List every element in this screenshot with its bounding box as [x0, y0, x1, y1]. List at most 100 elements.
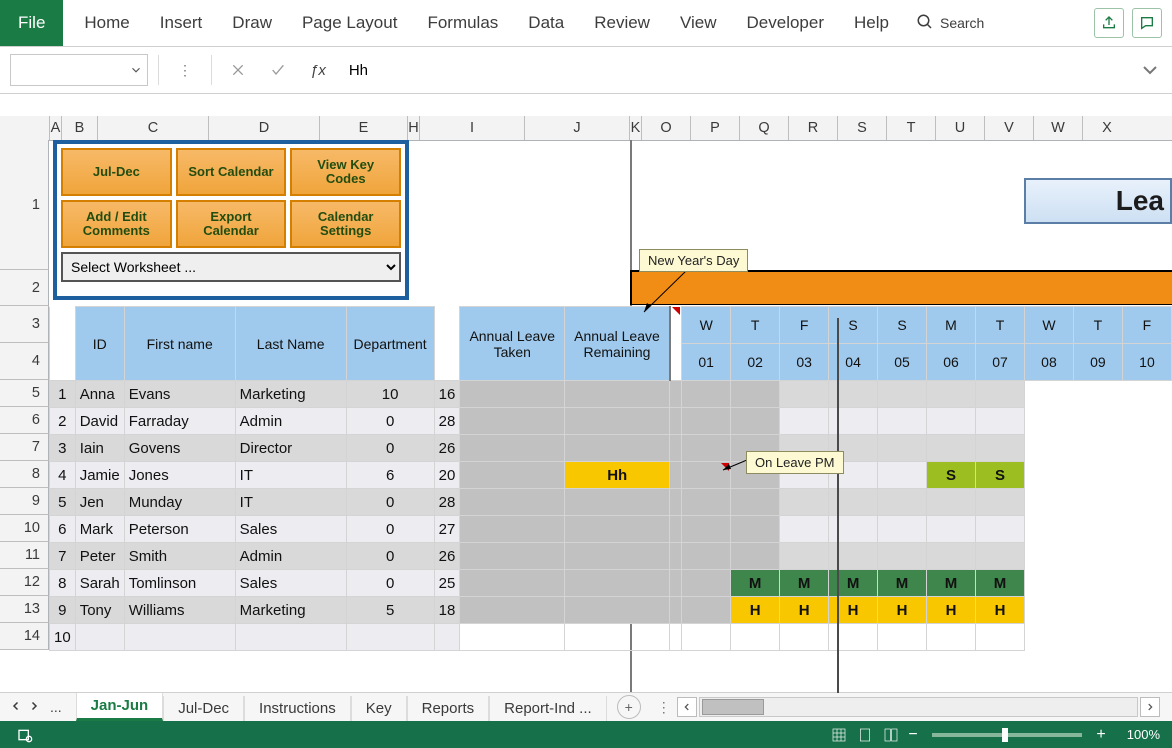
zoom-level[interactable]: 100% — [1110, 727, 1160, 742]
calendar-cell[interactable] — [670, 516, 682, 543]
th-dept[interactable]: Department — [346, 307, 434, 381]
calendar-cell[interactable] — [731, 489, 780, 516]
calendar-cell[interactable] — [682, 516, 731, 543]
calendar-cell[interactable] — [670, 624, 682, 651]
calendar-cell[interactable] — [460, 462, 565, 489]
calendar-cell[interactable] — [682, 597, 731, 624]
calendar-cell[interactable] — [927, 489, 976, 516]
calendar-cell[interactable] — [976, 516, 1025, 543]
sheet-tab[interactable]: Reports — [407, 696, 490, 721]
calendar-cell[interactable] — [829, 408, 878, 435]
calendar-cell[interactable] — [976, 624, 1025, 651]
calendar-cell[interactable] — [565, 597, 670, 624]
ribbon-tab-home[interactable]: Home — [69, 0, 144, 46]
cell[interactable]: 10 — [50, 624, 76, 651]
hscroll-right-button[interactable] — [1140, 697, 1160, 717]
cell[interactable]: Sales — [235, 516, 346, 543]
cell[interactable] — [434, 624, 460, 651]
th-date-8[interactable]: 09 — [1073, 344, 1122, 381]
search-box[interactable]: Search — [904, 13, 996, 34]
row-header-4[interactable]: 4 — [0, 343, 49, 380]
th-taken[interactable]: Annual Leave Taken — [460, 307, 565, 381]
th-date-9[interactable]: 10 — [1122, 344, 1171, 381]
col-header-h[interactable]: H — [407, 116, 419, 140]
calendar-cell[interactable]: H — [780, 597, 829, 624]
col-header-d[interactable]: D — [208, 116, 319, 140]
col-header-k[interactable]: K — [629, 116, 641, 140]
col-header-o[interactable]: O — [641, 116, 690, 140]
th-day-1[interactable]: T — [731, 307, 780, 344]
hscroll-track[interactable] — [699, 697, 1138, 717]
formula-input[interactable] — [342, 52, 1130, 88]
macro-record-button[interactable] — [17, 727, 33, 743]
calendar-cell[interactable] — [460, 489, 565, 516]
cell[interactable]: IT — [235, 462, 346, 489]
th-last[interactable]: Last Name — [235, 307, 346, 381]
cell[interactable]: 0 — [346, 408, 434, 435]
cell[interactable]: IT — [235, 489, 346, 516]
cell[interactable]: 5 — [346, 597, 434, 624]
calendar-cell[interactable]: H — [829, 597, 878, 624]
cell[interactable]: Tony — [75, 597, 124, 624]
th-date-7[interactable]: 08 — [1024, 344, 1073, 381]
cell[interactable]: Jones — [124, 462, 235, 489]
ribbon-tab-help[interactable]: Help — [839, 0, 904, 46]
cell[interactable]: 28 — [434, 489, 460, 516]
calendar-cell[interactable] — [670, 597, 682, 624]
calendar-cell[interactable] — [878, 624, 927, 651]
col-header-j[interactable]: J — [524, 116, 629, 140]
cell[interactable]: Marketing — [235, 597, 346, 624]
calendar-cell[interactable] — [565, 624, 670, 651]
tab-nav-next[interactable] — [28, 699, 40, 715]
calendar-cell[interactable] — [460, 435, 565, 462]
col-header-v[interactable]: V — [984, 116, 1033, 140]
th-day-2[interactable]: F — [780, 307, 829, 344]
calendar-cell[interactable] — [670, 489, 682, 516]
cell[interactable] — [346, 624, 434, 651]
fbar-confirm-button[interactable] — [262, 55, 294, 85]
calendar-cell[interactable]: H — [976, 597, 1025, 624]
cell[interactable]: 6 — [50, 516, 76, 543]
col-header-q[interactable]: Q — [739, 116, 788, 140]
cell[interactable] — [235, 624, 346, 651]
view-page-layout-button[interactable] — [857, 727, 873, 743]
cell[interactable]: Sarah — [75, 570, 124, 597]
cell[interactable]: Jen — [75, 489, 124, 516]
row-header-2[interactable]: 2 — [0, 270, 49, 306]
row-header-7[interactable]: 7 — [0, 434, 49, 461]
th-day-7[interactable]: W — [1024, 307, 1073, 344]
th-date-6[interactable]: 07 — [976, 344, 1025, 381]
cell[interactable]: 6 — [346, 462, 434, 489]
calendar-cell[interactable]: M — [829, 570, 878, 597]
calendar-cell[interactable] — [927, 408, 976, 435]
calendar-cell[interactable] — [780, 543, 829, 570]
calendar-cell[interactable] — [976, 435, 1025, 462]
ribbon-tab-review[interactable]: Review — [579, 0, 665, 46]
calendar-cell[interactable] — [460, 516, 565, 543]
cell[interactable]: 7 — [50, 543, 76, 570]
cell[interactable]: 28 — [434, 408, 460, 435]
row-header-11[interactable]: 11 — [0, 542, 49, 569]
th-id[interactable]: ID — [75, 307, 124, 381]
row-header-6[interactable]: 6 — [0, 407, 49, 434]
th-day-0[interactable]: W — [682, 307, 731, 344]
col-header-r[interactable]: R — [788, 116, 837, 140]
calendar-cell[interactable]: M — [927, 570, 976, 597]
th-date-4[interactable]: 05 — [878, 344, 927, 381]
calendar-cell[interactable] — [670, 381, 682, 408]
calendar-cell[interactable] — [829, 381, 878, 408]
sheet-tab[interactable]: Report-Ind ... — [489, 696, 607, 721]
calendar-cell[interactable] — [780, 489, 829, 516]
calendar-cell[interactable] — [829, 516, 878, 543]
calendar-cell[interactable] — [829, 624, 878, 651]
th-day-3[interactable]: S — [829, 307, 878, 344]
th-first[interactable]: First name — [124, 307, 235, 381]
cell[interactable]: Jamie — [75, 462, 124, 489]
calendar-cell[interactable] — [682, 570, 731, 597]
worksheet-select[interactable]: Select Worksheet ... — [61, 252, 401, 282]
th-date-5[interactable]: 06 — [927, 344, 976, 381]
formula-expand-button[interactable] — [1138, 58, 1162, 82]
cell[interactable]: 1 — [50, 381, 76, 408]
cell[interactable]: 26 — [434, 435, 460, 462]
calendar-cell[interactable]: M — [976, 570, 1025, 597]
